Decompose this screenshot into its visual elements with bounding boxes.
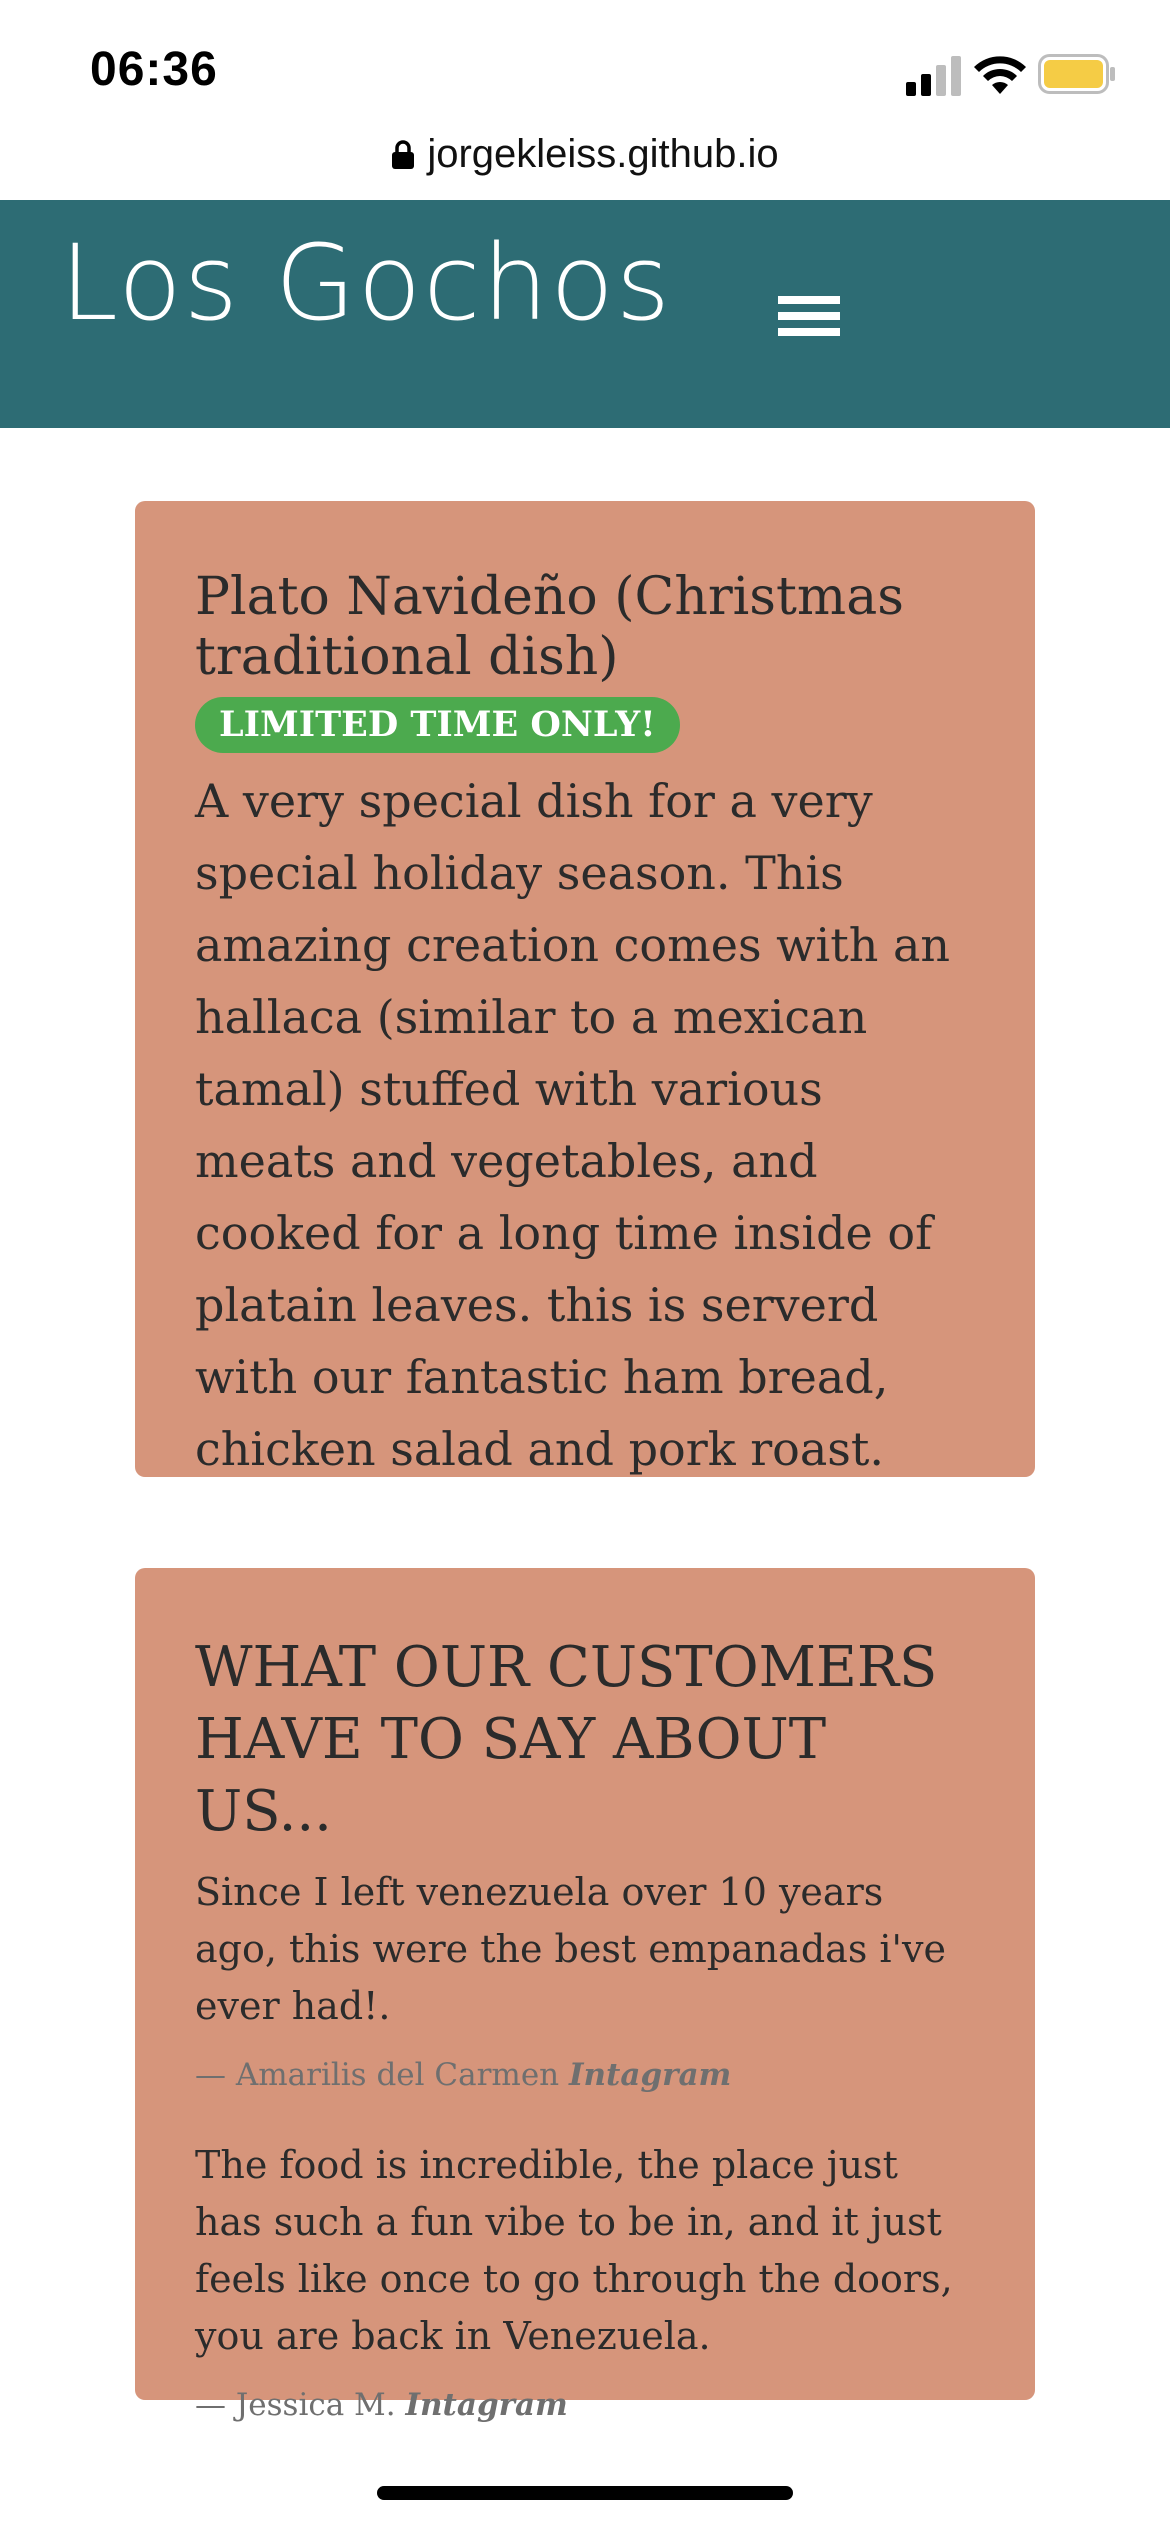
review-citation: — Amarilis del Carmen Intagram [195, 2057, 975, 2093]
reviews-title: WHAT OUR CUSTOMERS HAVE TO SAY ABOUT US.… [195, 1635, 938, 1844]
review-author: — Jessica M. [195, 2387, 396, 2423]
battery-icon [1038, 54, 1115, 94]
cellular-signal-icon [906, 56, 961, 96]
home-indicator[interactable] [377, 2486, 793, 2500]
lock-icon [392, 139, 415, 169]
browser-url-bar[interactable]: jorgekleiss.github.io [0, 132, 1170, 200]
site-logo[interactable]: Los Gochos [60, 222, 672, 344]
hamburger-menu-icon[interactable] [778, 296, 840, 342]
review-author: — Amarilis del Carmen [195, 2057, 560, 2093]
review-item: The food is incredible, the place just h… [195, 2137, 975, 2423]
special-dish-card: Plato Navideño (Christmas traditional di… [135, 501, 1035, 1477]
review-quote: The food is incredible, the place just h… [195, 2143, 953, 2358]
site-header: Los Gochos [0, 200, 1170, 428]
wifi-icon [974, 56, 1026, 94]
limited-time-badge: LIMITED TIME ONLY! [195, 697, 680, 753]
review-quote: Since I left venezuela over 10 years ago… [195, 1870, 946, 2028]
review-citation: — Jessica M. Intagram [195, 2387, 975, 2423]
status-time: 06:36 [90, 43, 218, 96]
url-text: jorgekleiss.github.io [427, 132, 779, 176]
status-bar: 06:36 [0, 0, 1170, 140]
review-source: Intagram [405, 2387, 568, 2423]
dish-description: A very special dish for a very special h… [195, 774, 951, 1476]
review-source: Intagram [569, 2057, 732, 2093]
reviews-card: WHAT OUR CUSTOMERS HAVE TO SAY ABOUT US.… [135, 1568, 1035, 2423]
review-item: Since I left venezuela over 10 years ago… [195, 1864, 975, 2093]
dish-title: Plato Navideño (Christmas traditional di… [195, 567, 904, 687]
